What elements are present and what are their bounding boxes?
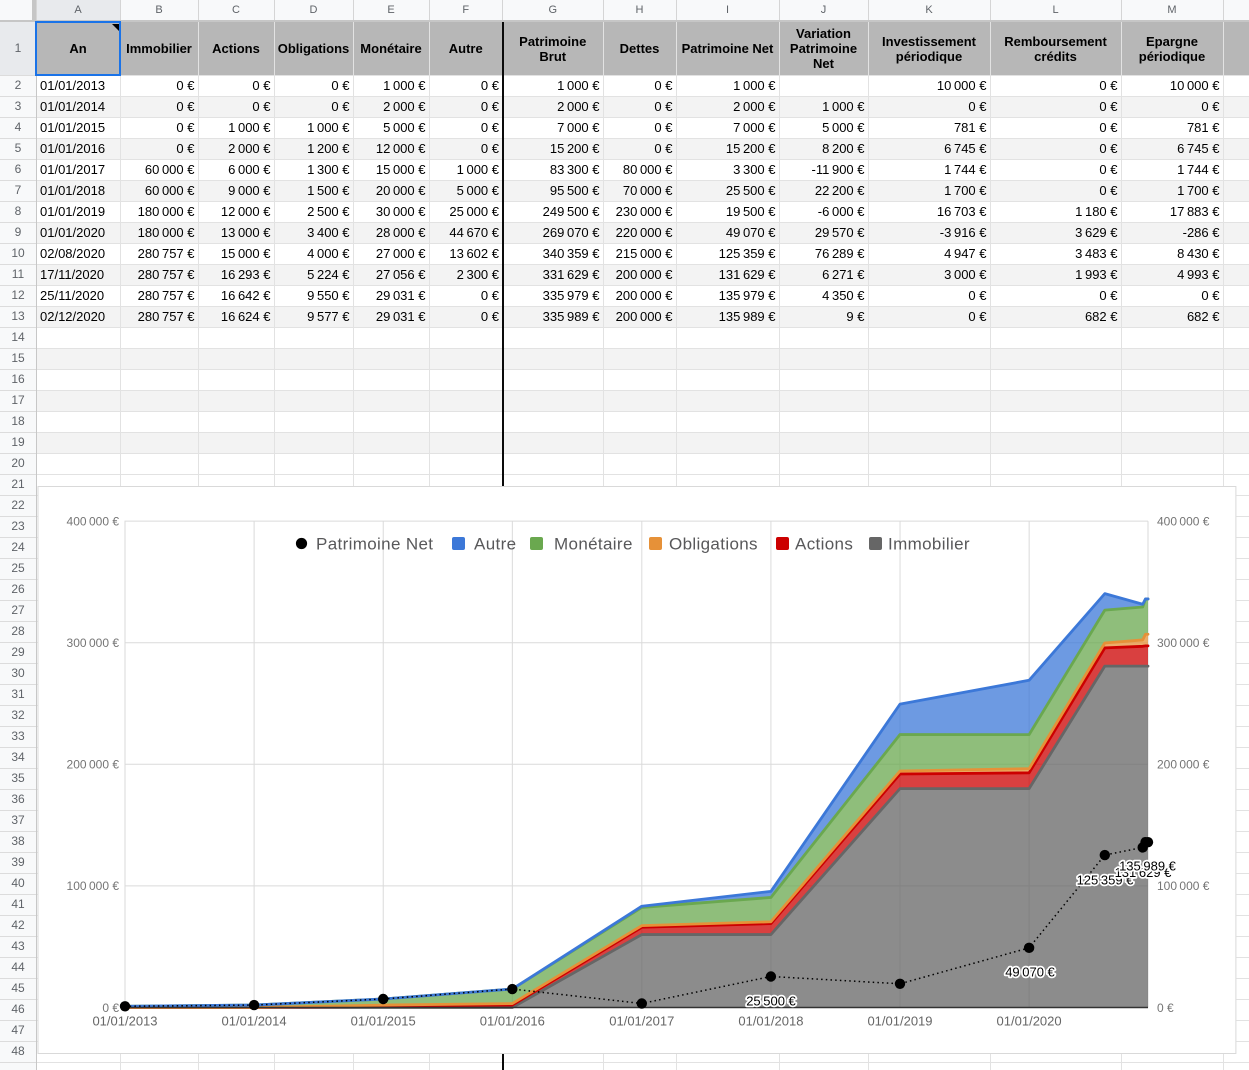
svg-text:100 000 €: 100 000 € <box>1157 879 1210 893</box>
svg-text:400 000 €: 400 000 € <box>1157 514 1210 528</box>
svg-text:100 000 €: 100 000 € <box>67 879 120 893</box>
svg-text:400 000 €: 400 000 € <box>67 514 120 528</box>
svg-text:Autre: Autre <box>474 535 516 554</box>
svg-text:01/01/2015: 01/01/2015 <box>351 1014 416 1029</box>
svg-text:Patrimoine Net: Patrimoine Net <box>316 535 433 554</box>
svg-text:135 989 €: 135 989 € <box>1119 859 1177 874</box>
svg-text:25 500 €: 25 500 € <box>746 994 796 1009</box>
svg-text:0 €: 0 € <box>1157 1001 1174 1015</box>
svg-text:Immobilier: Immobilier <box>888 535 970 554</box>
svg-text:01/01/2014: 01/01/2014 <box>222 1014 287 1029</box>
svg-text:Monétaire: Monétaire <box>554 535 633 554</box>
svg-text:01/01/2018: 01/01/2018 <box>738 1014 803 1029</box>
svg-text:Actions: Actions <box>795 535 853 554</box>
svg-text:Obligations: Obligations <box>669 535 758 554</box>
svg-text:01/01/2013: 01/01/2013 <box>92 1014 157 1029</box>
svg-text:200 000 €: 200 000 € <box>67 758 120 772</box>
svg-text:01/01/2020: 01/01/2020 <box>997 1014 1062 1029</box>
svg-text:200 000 €: 200 000 € <box>1157 758 1210 772</box>
svg-text:49 070 €: 49 070 € <box>1005 964 1055 979</box>
svg-text:01/01/2019: 01/01/2019 <box>867 1014 932 1029</box>
svg-text:01/01/2017: 01/01/2017 <box>609 1014 674 1029</box>
svg-text:300 000 €: 300 000 € <box>67 636 120 650</box>
svg-text:01/01/2016: 01/01/2016 <box>480 1014 545 1029</box>
svg-text:300 000 €: 300 000 € <box>1157 636 1210 650</box>
